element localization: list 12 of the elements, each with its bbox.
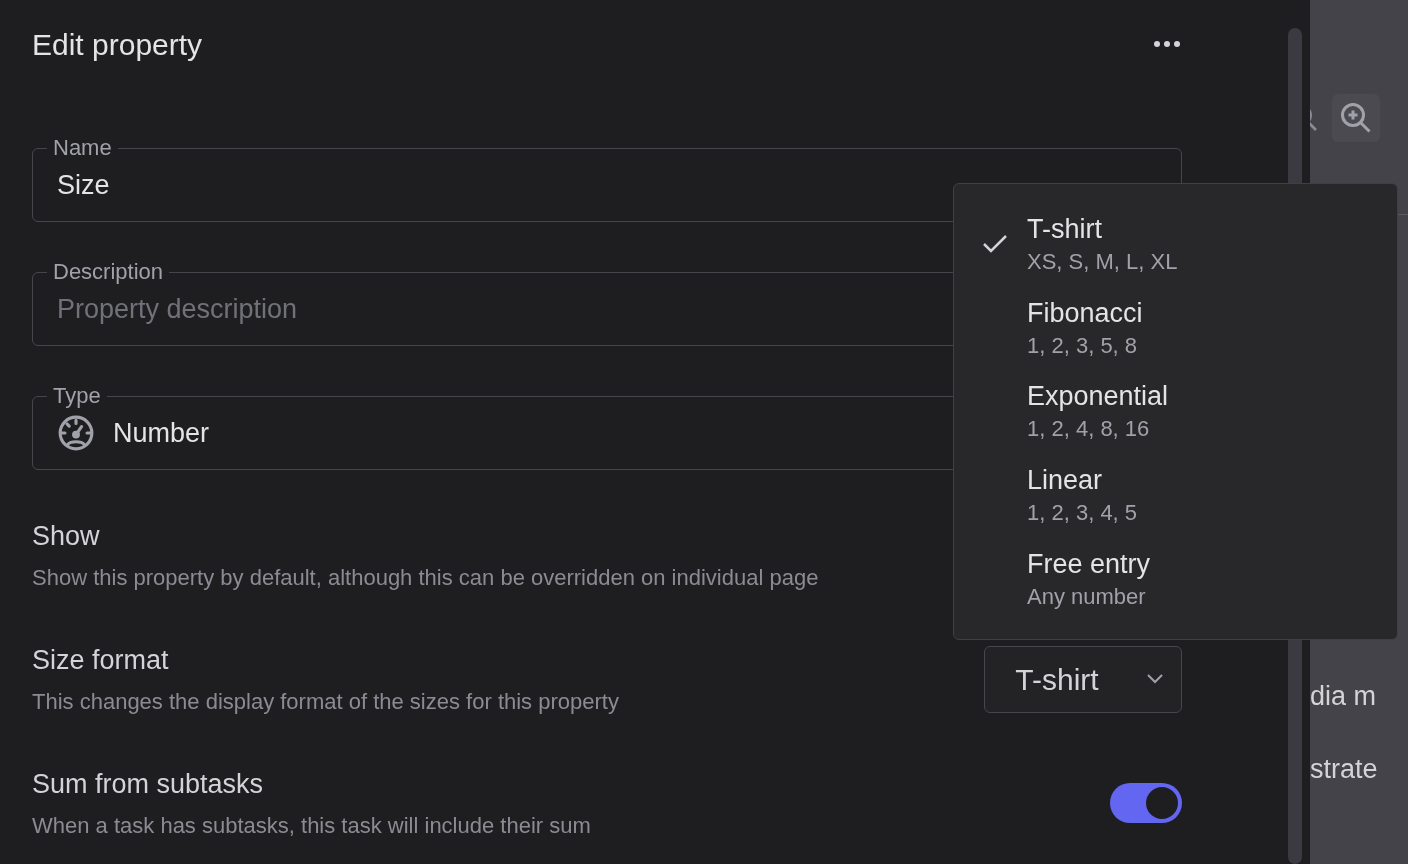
field-value: Size	[57, 168, 110, 202]
setting-title: Show	[32, 520, 101, 554]
row-text: dia m	[1310, 680, 1378, 713]
field-placeholder: Property description	[57, 292, 298, 326]
field-value: Number	[113, 416, 210, 450]
row-text: strate	[1310, 752, 1379, 786]
setting-description: Show this property by default, although this can be overridden on individual page	[32, 563, 819, 592]
setting-title: Sum from subtasks	[32, 768, 265, 802]
panel-title: Edit property	[32, 26, 203, 63]
setting-title: Size format	[32, 644, 170, 678]
setting-description: This changes the display format of the sizes for this property	[32, 687, 619, 716]
setting-description: When a task has subtasks, this task will include their sum	[32, 811, 591, 840]
